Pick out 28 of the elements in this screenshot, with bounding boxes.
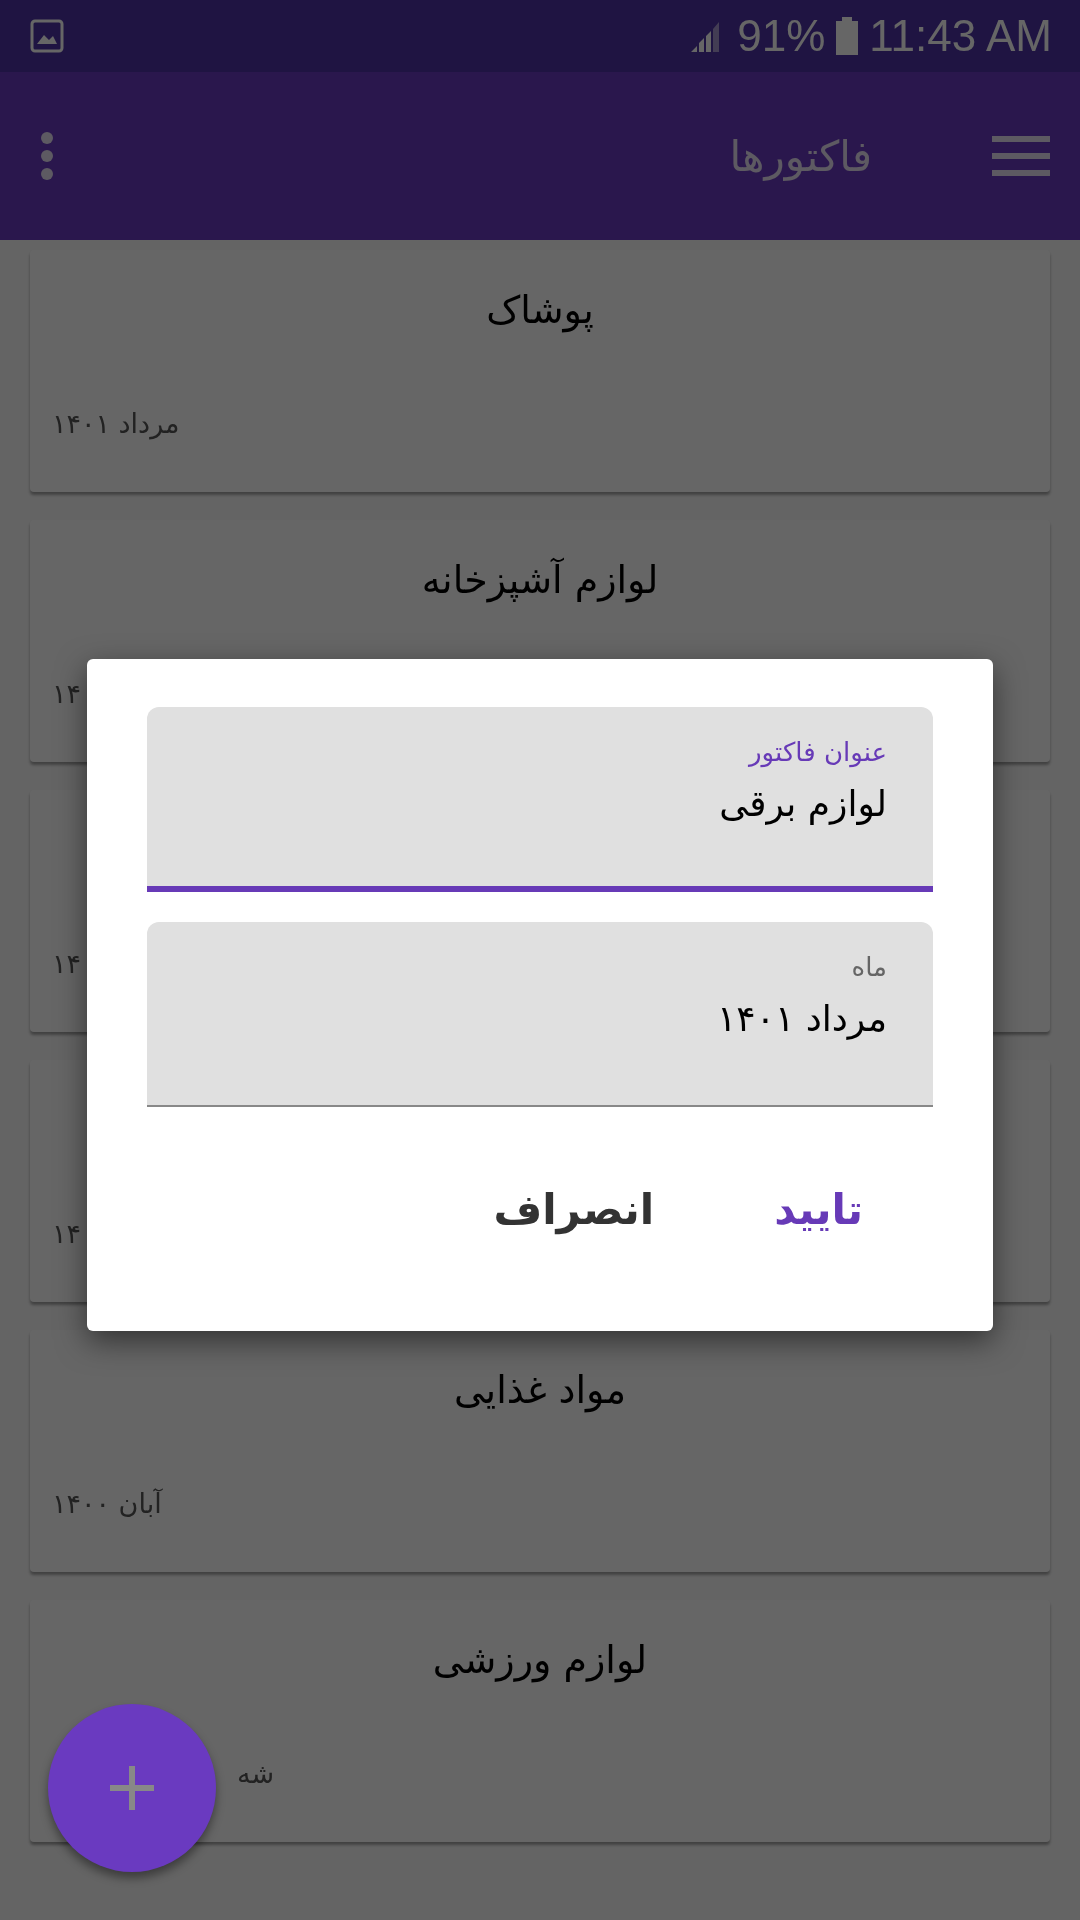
- confirm-button[interactable]: تایید: [754, 1177, 883, 1242]
- invoice-date: مرداد ۱۴۰۱: [52, 408, 180, 439]
- field-label: ماه: [850, 952, 887, 982]
- invoice-date: آبان ۱۴۰۰: [52, 1488, 162, 1519]
- more-icon[interactable]: [40, 132, 54, 180]
- invoice-title: مواد غذایی: [453, 1368, 627, 1412]
- invoice-card[interactable]: پوشاک مرداد ۱۴۰۱: [30, 250, 1050, 492]
- menu-icon[interactable]: [992, 136, 1050, 176]
- text-field[interactable]: عنوان فاکتور لوازم برقی: [147, 707, 933, 892]
- image-icon: [30, 19, 64, 53]
- cancel-button[interactable]: انصراف: [473, 1177, 675, 1242]
- invoice-date: ۱۴: [52, 948, 81, 979]
- invoice-title: لوازم ورزشی: [432, 1638, 648, 1682]
- clock: 11:43 AM: [869, 11, 1052, 61]
- battery-percent: 91%: [737, 11, 826, 61]
- field-value: مرداد ۱۴۰۱: [716, 998, 887, 1039]
- plus-icon: [110, 1766, 154, 1810]
- battery-icon: [835, 17, 860, 55]
- app-title: فاکتورها: [728, 131, 873, 181]
- text-field[interactable]: ماه مرداد ۱۴۰۱: [147, 922, 933, 1107]
- invoice-card[interactable]: لوازم ورزشی شه: [30, 1600, 1050, 1842]
- invoice-date: ۱۴: [52, 678, 81, 709]
- invoice-date: ۱۴: [52, 1218, 81, 1249]
- invoice-title: لوازم آشپزخانه: [421, 558, 659, 602]
- invoice-card[interactable]: مواد غذایی آبان ۱۴۰۰: [30, 1330, 1050, 1572]
- field-value: لوازم برقی: [718, 783, 887, 824]
- invoice-date: شه: [237, 1758, 275, 1789]
- invoice-title: پوشاک: [486, 288, 594, 332]
